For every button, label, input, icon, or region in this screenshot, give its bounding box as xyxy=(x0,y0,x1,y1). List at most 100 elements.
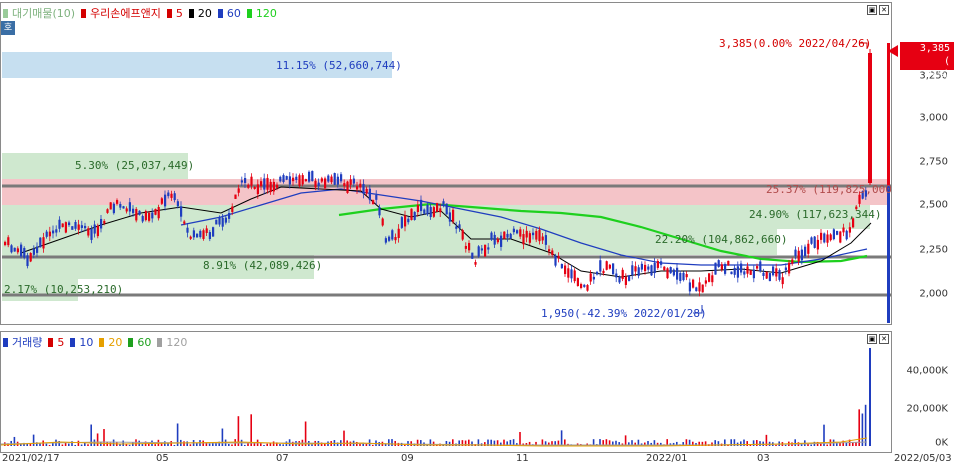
reference-label: 대기매물(10) xyxy=(12,7,76,20)
volume-chart-canvas[interactable] xyxy=(1,332,891,452)
candle-body xyxy=(96,225,99,237)
candle-body xyxy=(628,275,631,281)
candle-body xyxy=(804,246,807,257)
candle-body xyxy=(688,282,691,292)
volume-bar xyxy=(128,444,131,446)
price-chart-canvas[interactable]: 11.15% (52,660,744) 5.30% (25,037,449) 2… xyxy=(1,3,891,324)
candle-body xyxy=(836,230,839,235)
candle-body xyxy=(170,193,173,198)
candle-body xyxy=(788,262,791,274)
candle-body xyxy=(218,217,221,225)
candle-body xyxy=(234,194,237,199)
candle-body xyxy=(164,194,167,207)
candle-body xyxy=(269,181,272,193)
volume-bar xyxy=(368,439,371,446)
candle-body xyxy=(87,228,90,236)
maximize-icon[interactable]: ▣ xyxy=(867,334,877,344)
volume-bar xyxy=(112,439,115,446)
candle-body xyxy=(538,229,541,242)
high-annotation: 3,385(0.00% 2022/04/26) xyxy=(719,37,871,50)
current-price-badge: 3,385 ( 29.94%) xyxy=(900,42,954,80)
candle-body xyxy=(247,184,250,188)
candle-body xyxy=(244,178,247,183)
candle-body xyxy=(186,227,189,233)
volume-bar xyxy=(794,439,796,446)
candle-body xyxy=(452,209,455,222)
candle-body xyxy=(842,227,845,233)
volume-bar xyxy=(68,443,70,446)
volume-bar xyxy=(173,444,176,446)
volume-bar xyxy=(32,434,35,446)
maximize-icon[interactable]: ▣ xyxy=(867,5,877,15)
stock-name: 우리손에프앤지 xyxy=(90,7,161,20)
x-tick-2022-01: 2022/01 xyxy=(646,453,688,464)
ma20-label: 20 xyxy=(197,6,212,20)
candle-body xyxy=(506,233,509,238)
price-tick-2500: 2,500 xyxy=(919,199,948,211)
candle-body xyxy=(487,247,490,250)
supply-label-4: 24.90% (117,623,344) xyxy=(749,208,881,221)
candle-body xyxy=(148,212,151,221)
x-tick-end: 2022/05/03 xyxy=(894,453,952,464)
candle-body xyxy=(560,264,563,269)
close-icon[interactable]: ✕ xyxy=(879,5,889,15)
candle-body xyxy=(448,212,451,222)
close-icon[interactable]: ✕ xyxy=(879,334,889,344)
candle-body xyxy=(772,266,775,276)
candle-body xyxy=(77,224,80,230)
candle-body xyxy=(301,175,304,185)
price-tick-2750: 2,750 xyxy=(919,156,948,168)
candle-body xyxy=(343,183,346,187)
vol-ma60-label: 60 xyxy=(137,335,152,349)
candle-body xyxy=(698,282,701,292)
candle-body xyxy=(653,262,656,274)
candle-body xyxy=(490,232,493,240)
volume-bar xyxy=(208,443,211,446)
candle-body xyxy=(84,225,87,229)
price-chart-pane[interactable]: 11.15% (52,660,744) 5.30% (25,037,449) 2… xyxy=(0,2,892,325)
candle-body xyxy=(160,198,163,204)
candle-body xyxy=(583,284,586,287)
candle-body xyxy=(516,230,519,234)
volume-bar xyxy=(250,414,252,446)
candle-body xyxy=(704,280,707,284)
price-tick-2000: 2,000 xyxy=(919,288,948,300)
candle-body xyxy=(439,208,442,213)
side-tab[interactable]: 호 xyxy=(1,21,15,35)
candle-body xyxy=(631,265,634,276)
candle-body xyxy=(496,238,499,243)
candle-body xyxy=(413,211,416,220)
volume-chart-pane[interactable]: 거래량 5 10 20 60 120 ▣ ✕ xyxy=(0,331,892,453)
supply-label-7: 2.17% (10,253,210) xyxy=(4,283,123,296)
candle-body xyxy=(263,178,266,190)
candle-body xyxy=(365,188,368,194)
candle-body xyxy=(336,176,339,185)
ma60-marker-icon xyxy=(217,8,223,18)
candle-body xyxy=(260,181,263,187)
candle-body xyxy=(429,206,432,218)
candle-body xyxy=(656,260,659,268)
ma5-marker-icon xyxy=(166,8,172,18)
candle-body xyxy=(858,194,861,204)
candle-body xyxy=(615,273,618,278)
candle-body xyxy=(765,271,768,279)
ma20-marker-icon xyxy=(188,8,194,18)
candle-body xyxy=(295,176,298,181)
volume-bar xyxy=(45,443,48,446)
volume-bar xyxy=(279,444,281,446)
candle-body xyxy=(464,245,467,249)
candle-body xyxy=(458,224,461,229)
volume-bar xyxy=(826,444,828,446)
candle-body xyxy=(730,271,733,275)
candle-body xyxy=(68,222,71,226)
supply-label-6: 8.91% (42,089,426) xyxy=(203,259,322,272)
candle-body xyxy=(672,269,675,276)
candle-body xyxy=(461,230,464,240)
candle-body xyxy=(372,200,375,204)
volume-bar xyxy=(196,443,198,446)
candle-body xyxy=(279,176,282,182)
candle-body xyxy=(135,208,138,221)
candle-body xyxy=(4,241,7,246)
candle-body xyxy=(116,200,119,204)
volume-bar xyxy=(759,441,761,446)
